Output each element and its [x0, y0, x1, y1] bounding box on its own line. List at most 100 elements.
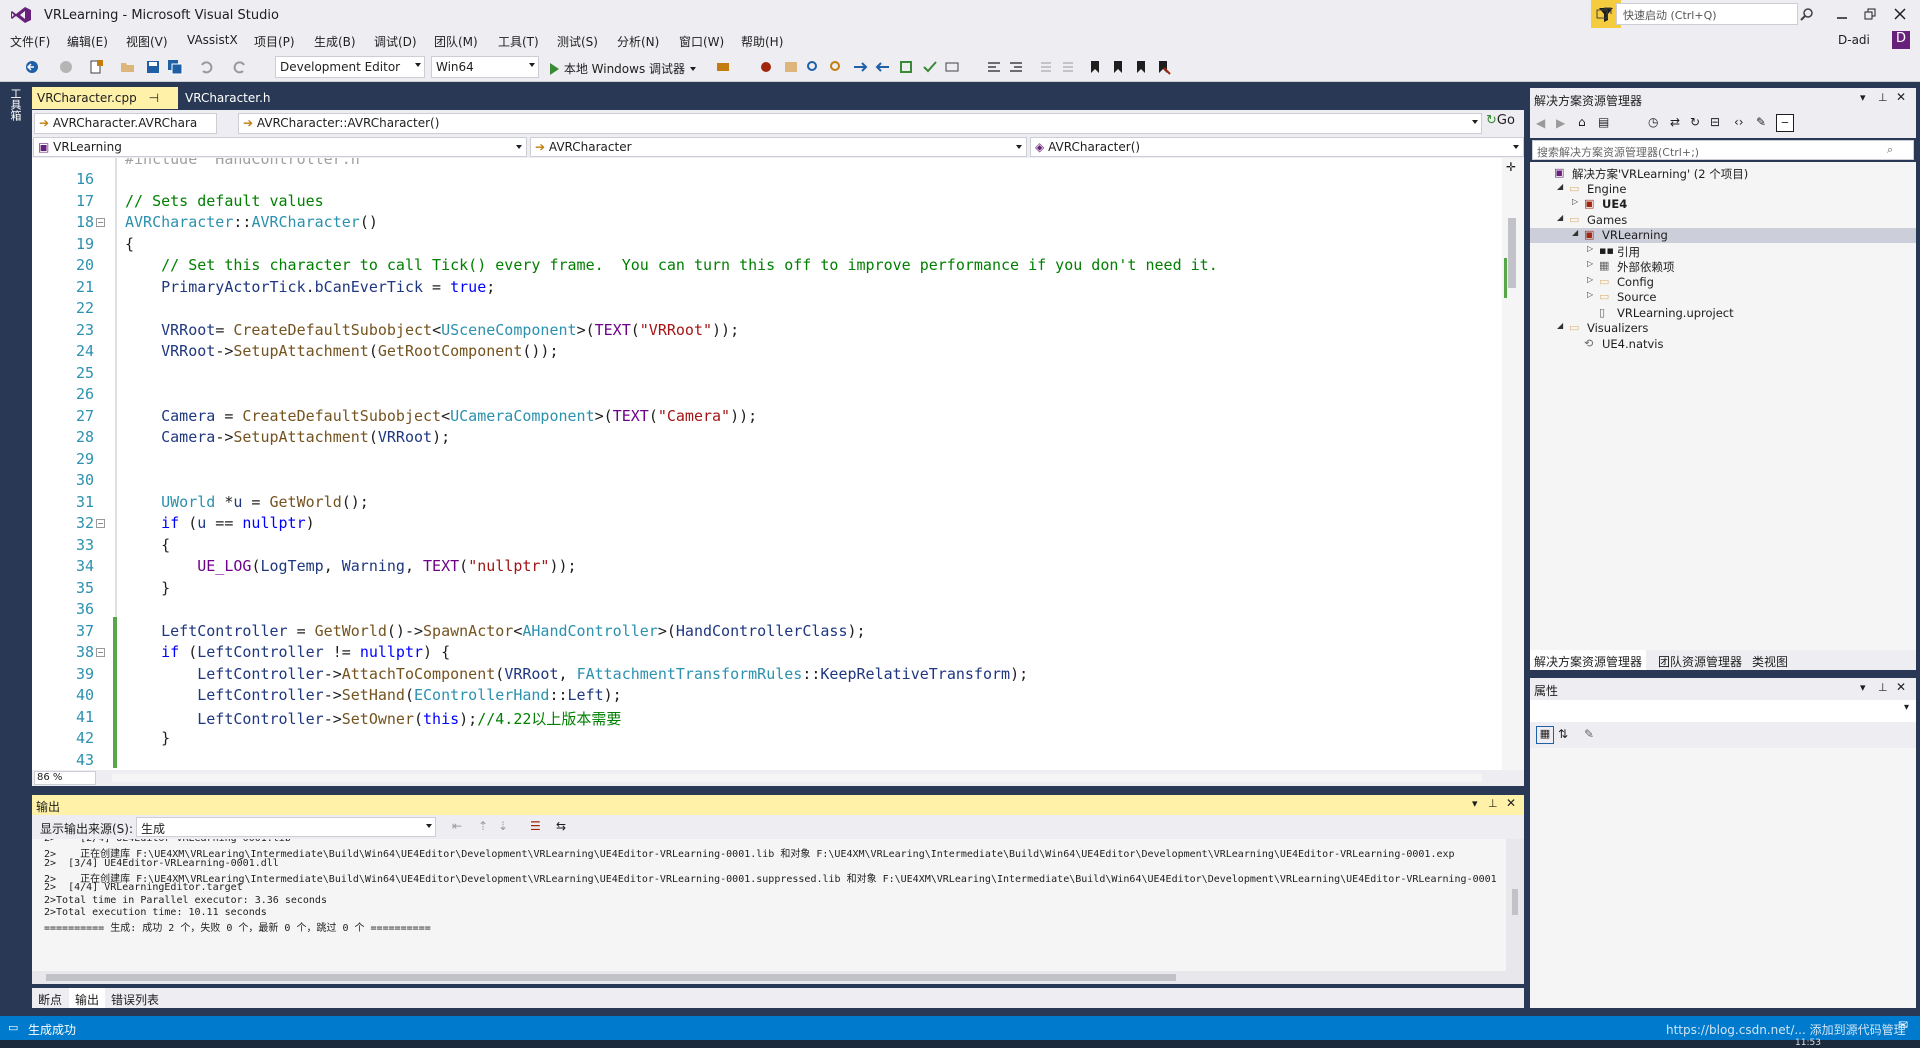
- project-select[interactable]: ▣ VRLearning: [33, 137, 527, 157]
- panel-menu-icon[interactable]: ▾: [1860, 681, 1866, 694]
- save-icon[interactable]: [145, 59, 161, 75]
- expanded-chevron-icon[interactable]: ◢: [1557, 321, 1563, 330]
- menu-edit[interactable]: 编辑(E): [67, 33, 108, 50]
- member-select[interactable]: ◈ AVRCharacter(): [1030, 137, 1524, 157]
- alphabetical-icon[interactable]: ⇅: [1558, 727, 1568, 741]
- tree-item[interactable]: ▷ ▭ Config: [1530, 275, 1916, 290]
- save-all-icon[interactable]: [167, 59, 183, 75]
- menu-help[interactable]: 帮助(H): [741, 33, 783, 50]
- tab-class-view[interactable]: 类视图: [1748, 650, 1792, 670]
- expanded-chevron-icon[interactable]: ◢: [1572, 228, 1578, 237]
- tree-item[interactable]: ◢ ▭ Engine: [1530, 182, 1916, 197]
- menu-debug[interactable]: 调试(D): [374, 33, 417, 50]
- collapse-toggle-icon[interactable]: −: [96, 218, 105, 227]
- collapse-toggle-icon[interactable]: −: [96, 519, 105, 528]
- back-icon[interactable]: ◀: [1536, 116, 1545, 130]
- pending-changes-icon[interactable]: ◷: [1648, 115, 1658, 129]
- solution-config-select[interactable]: Development Editor: [275, 56, 425, 78]
- close-icon[interactable]: [1892, 6, 1908, 22]
- tree-item[interactable]: ▷ ▦ 外部依赖项: [1530, 259, 1916, 274]
- menu-vassistx[interactable]: VAssistX: [187, 33, 238, 47]
- collapse-toggle-icon[interactable]: −: [96, 648, 105, 657]
- pin-icon[interactable]: ⊥: [1488, 797, 1498, 810]
- menu-file[interactable]: 文件(F): [10, 33, 50, 50]
- attach-icon[interactable]: [715, 59, 731, 75]
- expanded-chevron-icon[interactable]: ◢: [1557, 213, 1563, 222]
- tab-vrcharacter-h[interactable]: VRCharacter.h: [180, 87, 276, 109]
- output-source-select[interactable]: 生成: [136, 817, 436, 837]
- build-icon[interactable]: [758, 59, 774, 75]
- vassist-class-select[interactable]: ➔ AVRCharacter.AVRChara: [34, 113, 217, 134]
- sync-icon[interactable]: ⇄: [1670, 115, 1680, 129]
- tree-item[interactable]: ▣ 解决方案'VRLearning' (2 个项目): [1530, 166, 1916, 181]
- notifications-icon[interactable]: ✉: [1898, 1018, 1908, 1032]
- collapsed-chevron-icon[interactable]: ▷: [1587, 290, 1593, 299]
- scope-select[interactable]: ➔ AVRCharacter: [530, 137, 1027, 157]
- panel-menu-icon[interactable]: ▾: [1860, 91, 1866, 104]
- menu-project[interactable]: 项目(P): [254, 33, 295, 50]
- spell-icon[interactable]: [944, 59, 960, 75]
- tree-item[interactable]: ◢ ▭ Games: [1530, 213, 1916, 228]
- goto-icon[interactable]: [852, 59, 868, 75]
- minimize-icon[interactable]: [1834, 6, 1850, 22]
- open-file-vax-icon[interactable]: [783, 59, 799, 75]
- expanded-chevron-icon[interactable]: ◢: [1557, 182, 1563, 191]
- pin-icon[interactable]: ⊣: [149, 91, 159, 105]
- vassist-method-select[interactable]: ➔ AVRCharacter::AVRCharacter(): [238, 113, 1482, 134]
- tab-error-list[interactable]: 错误列表: [105, 988, 165, 1008]
- platform-select[interactable]: Win64: [431, 56, 539, 78]
- collapsed-chevron-icon[interactable]: ▷: [1587, 259, 1593, 268]
- output-vertical-scrollbar[interactable]: [1506, 839, 1524, 984]
- indent-icon[interactable]: [1038, 59, 1054, 75]
- goto-message-icon[interactable]: ⇤: [452, 819, 462, 833]
- user-avatar[interactable]: D: [1892, 31, 1910, 49]
- split-icon[interactable]: ✛: [1506, 160, 1516, 174]
- collapsed-chevron-icon[interactable]: ▷: [1587, 275, 1593, 284]
- comment-icon[interactable]: [986, 59, 1002, 75]
- home-icon[interactable]: ⌂: [1578, 115, 1586, 129]
- back-icon[interactable]: [24, 59, 40, 75]
- scrollbar-thumb[interactable]: [46, 974, 1176, 981]
- code-editor[interactable]: #include "HandController.h" 16 17 // Sets …: [32, 158, 1524, 770]
- uncomment-icon[interactable]: [1008, 59, 1024, 75]
- menu-tools[interactable]: 工具(T): [498, 33, 539, 50]
- find-references-icon[interactable]: [828, 59, 844, 75]
- pin-icon[interactable]: ⊥: [1878, 681, 1888, 694]
- close-icon[interactable]: ✕: [1896, 680, 1906, 694]
- tab-team-explorer[interactable]: 团队资源管理器: [1654, 650, 1746, 670]
- collapsed-chevron-icon[interactable]: ▷: [1587, 244, 1593, 253]
- editor-vertical-scrollbar[interactable]: ✛: [1502, 158, 1524, 770]
- scrollbar-thumb[interactable]: [1508, 218, 1516, 288]
- bookmark-icon[interactable]: [1087, 59, 1103, 75]
- output-horizontal-scrollbar[interactable]: [32, 971, 1506, 984]
- search-icon[interactable]: [1800, 7, 1814, 21]
- close-icon[interactable]: ✕: [1506, 796, 1516, 810]
- word-wrap-icon[interactable]: ⇆: [556, 819, 566, 833]
- zoom-select[interactable]: 86 %: [34, 771, 96, 785]
- switch-views-icon[interactable]: ▤: [1598, 115, 1609, 129]
- menu-window[interactable]: 窗口(W): [679, 33, 724, 50]
- menu-team[interactable]: 团队(M): [434, 33, 478, 50]
- menu-test[interactable]: 测试(S): [557, 33, 598, 50]
- property-pages-icon[interactable]: ✎: [1584, 727, 1594, 741]
- toolbox-tab[interactable]: 工具箱: [8, 88, 22, 121]
- feedback-icon[interactable]: [1596, 6, 1612, 22]
- tab-output[interactable]: 输出: [69, 988, 106, 1008]
- next-message-icon[interactable]: ⇣: [498, 819, 508, 833]
- tree-item[interactable]: ▯ VRLearning.uproject: [1530, 306, 1916, 321]
- bookmark-prev2-icon[interactable]: [1133, 59, 1149, 75]
- panel-menu-icon[interactable]: ▾: [1472, 797, 1478, 810]
- tree-item[interactable]: ▷ ▭ Source: [1530, 290, 1916, 305]
- menu-view[interactable]: 视图(V): [126, 33, 168, 50]
- solution-search-input[interactable]: 搜索解决方案资源管理器(Ctrl+;) ⌕: [1532, 140, 1914, 160]
- output-text-area[interactable]: 2> [2/4] UE4Editor-VRLearning-0001.lib 2>…: [32, 839, 1524, 984]
- user-name[interactable]: D-adi: [1838, 33, 1870, 47]
- undo-icon[interactable]: [198, 59, 214, 75]
- editor-horizontal-scrollbar[interactable]: [112, 774, 1482, 782]
- check-icon[interactable]: [922, 59, 938, 75]
- clear-all-icon[interactable]: ☰: [530, 819, 541, 833]
- scrollbar-thumb[interactable]: [1512, 889, 1518, 915]
- search-icon[interactable]: ⌕: [1887, 143, 1893, 157]
- categorized-icon[interactable]: ▦: [1536, 726, 1554, 744]
- preview-icon[interactable]: ‒: [1776, 114, 1794, 132]
